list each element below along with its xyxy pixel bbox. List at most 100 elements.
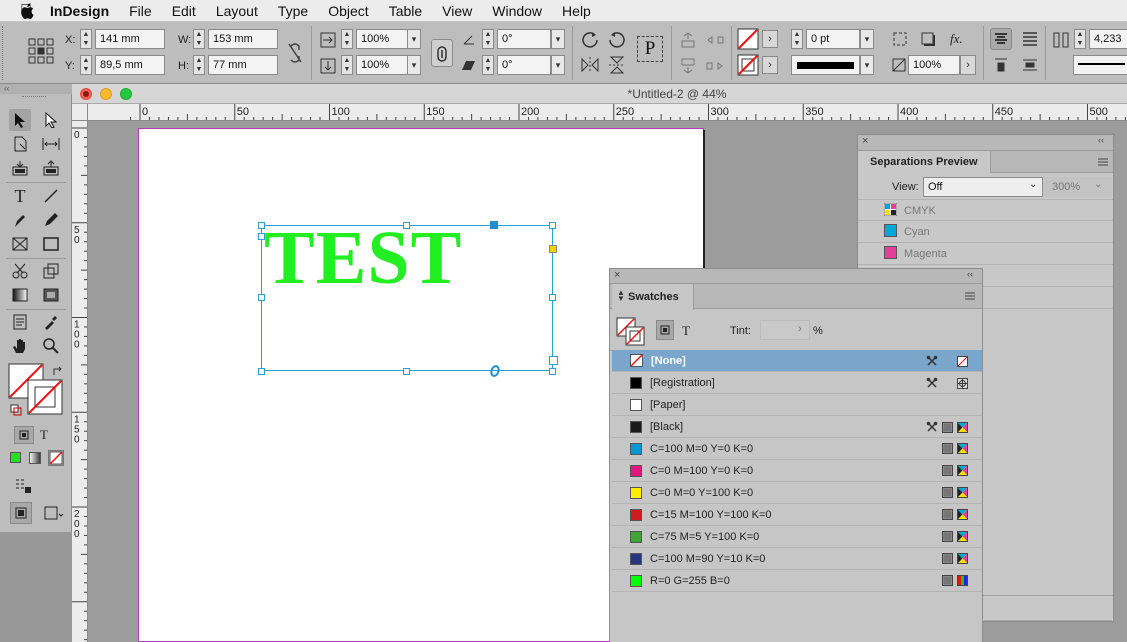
stroke-weight-stepper[interactable]: ▲ ▼ bbox=[791, 29, 803, 49]
menu-file[interactable]: File bbox=[119, 3, 162, 19]
swatch-row[interactable]: C=100 M=90 Y=10 K=0 bbox=[612, 548, 982, 570]
rectangle-frame-tool-icon[interactable] bbox=[9, 233, 31, 255]
scale-y-stepper[interactable]: ▲ ▼ bbox=[341, 55, 353, 75]
content-collector-tool-icon[interactable] bbox=[9, 157, 31, 179]
app-menu[interactable]: InDesign bbox=[44, 3, 119, 19]
swatches-text-button[interactable]: T bbox=[682, 323, 690, 339]
swatch-row[interactable]: C=100 M=0 Y=0 K=0 bbox=[612, 438, 982, 460]
swatches-container-button[interactable] bbox=[656, 320, 674, 340]
stroke-weight-dropdown[interactable]: ▾ bbox=[860, 29, 874, 49]
gradient-feather-tool-icon[interactable] bbox=[40, 284, 62, 306]
menu-table[interactable]: Table bbox=[379, 3, 432, 19]
apply-none-button[interactable] bbox=[48, 450, 64, 466]
effects-button[interactable]: fx. bbox=[950, 31, 963, 47]
content-placer-tool-icon[interactable] bbox=[40, 157, 62, 179]
text-wrap-icon[interactable] bbox=[892, 31, 908, 47]
free-transform-tool-icon[interactable] bbox=[40, 260, 62, 282]
swatch-row[interactable]: [None] bbox=[612, 350, 982, 372]
handle-top-left[interactable] bbox=[258, 222, 265, 229]
scale-x-dropdown[interactable]: ▾ bbox=[407, 29, 421, 49]
align-to-top-icon[interactable] bbox=[994, 58, 1008, 72]
scale-y-dropdown[interactable]: ▾ bbox=[407, 55, 421, 75]
stroke-type-dropdown[interactable]: ▾ bbox=[860, 55, 874, 75]
swatches-close-icon[interactable]: × bbox=[614, 269, 620, 281]
formatting-text-button[interactable]: T bbox=[40, 427, 48, 443]
separation-row-cyan[interactable]: Cyan bbox=[858, 221, 1113, 243]
separation-row-cmyk[interactable]: CMYK bbox=[858, 199, 1113, 221]
zoom-tool-icon[interactable] bbox=[40, 335, 62, 357]
swatches-fill-stroke-icon[interactable] bbox=[616, 317, 646, 347]
out-port-handle[interactable] bbox=[549, 356, 558, 365]
swap-fill-stroke-icon[interactable] bbox=[52, 365, 64, 377]
formatting-container-button[interactable] bbox=[14, 426, 34, 444]
separation-row-magenta[interactable]: Magenta bbox=[858, 243, 1113, 265]
gutter-field[interactable]: 4,233 bbox=[1089, 29, 1127, 49]
line-tool-icon[interactable] bbox=[40, 185, 62, 207]
horizontal-ruler[interactable]: 0 50 100 150 200 250 300 350 400 450 500 bbox=[88, 104, 1127, 121]
menu-type[interactable]: Type bbox=[268, 3, 318, 19]
y-field[interactable]: 89,5 mm bbox=[95, 55, 165, 75]
fill-menu-button[interactable]: › bbox=[762, 30, 778, 48]
w-stepper[interactable]: ▲ ▼ bbox=[193, 29, 205, 49]
pencil-tool-icon[interactable] bbox=[40, 209, 62, 231]
align-center-button[interactable] bbox=[990, 28, 1012, 50]
stroke-type-field[interactable] bbox=[791, 55, 860, 75]
swatch-row[interactable]: C=0 M=0 Y=100 K=0 bbox=[612, 482, 982, 504]
page-tool-icon[interactable] bbox=[9, 133, 31, 155]
swatches-menu-icon[interactable] bbox=[965, 292, 975, 300]
swatches-collapse-icon[interactable]: ‹‹ bbox=[967, 269, 973, 279]
handle-bottom-right[interactable] bbox=[549, 368, 556, 375]
stroke-weight-field[interactable]: 0 pt bbox=[806, 29, 860, 49]
separations-menu-icon[interactable] bbox=[1098, 158, 1108, 166]
eyedropper-tool-icon[interactable] bbox=[40, 311, 62, 333]
handle-top-right[interactable] bbox=[549, 222, 556, 229]
shear-dropdown[interactable]: ▾ bbox=[551, 55, 565, 75]
gap-tool-icon[interactable] bbox=[40, 133, 62, 155]
apply-color-button[interactable] bbox=[10, 452, 21, 463]
handle-bottom-center[interactable] bbox=[403, 368, 410, 375]
ruler-origin[interactable] bbox=[72, 104, 88, 121]
swatch-row[interactable]: [Registration] bbox=[612, 372, 982, 394]
select-container-icon[interactable] bbox=[679, 32, 697, 48]
select-content-icon[interactable] bbox=[679, 58, 697, 74]
menu-layout[interactable]: Layout bbox=[206, 3, 268, 19]
tools-grip-icon[interactable] bbox=[22, 96, 46, 99]
rectangle-tool-icon[interactable] bbox=[40, 233, 62, 255]
separations-close-icon[interactable]: × bbox=[862, 135, 868, 147]
swatch-row[interactable]: C=0 M=100 Y=0 K=0 bbox=[612, 460, 982, 482]
hand-tool-icon[interactable] bbox=[9, 335, 31, 357]
menu-help[interactable]: Help bbox=[552, 3, 601, 19]
separations-collapse-icon[interactable]: ‹‹ bbox=[1098, 135, 1104, 145]
constrain-proportions-icon[interactable] bbox=[287, 42, 303, 64]
reference-point-icon[interactable] bbox=[28, 38, 54, 64]
handle-middle-left[interactable] bbox=[258, 294, 265, 301]
handle-top-center[interactable] bbox=[403, 222, 410, 229]
swatch-row[interactable]: C=75 M=5 Y=100 K=0 bbox=[612, 526, 982, 548]
scale-x-field[interactable]: 100% bbox=[356, 29, 408, 49]
screen-mode-icon[interactable] bbox=[44, 506, 64, 520]
handle-bottom-left[interactable] bbox=[258, 368, 265, 375]
menu-window[interactable]: Window bbox=[482, 3, 552, 19]
type-tool-icon[interactable]: T bbox=[9, 185, 31, 207]
note-tool-icon[interactable] bbox=[9, 311, 31, 333]
fill-none-swatch-icon[interactable] bbox=[737, 28, 759, 50]
w-field[interactable]: 153 mm bbox=[208, 29, 278, 49]
select-next-icon[interactable] bbox=[705, 58, 725, 74]
in-port-handle[interactable] bbox=[258, 233, 265, 240]
gutter-stepper[interactable]: ▲ ▼ bbox=[1074, 29, 1086, 49]
align-justify-icon[interactable] bbox=[1022, 32, 1038, 46]
scale-x-stepper[interactable]: ▲ ▼ bbox=[341, 29, 353, 49]
shear-field[interactable]: 0° bbox=[497, 55, 551, 75]
rotate-dropdown[interactable]: ▾ bbox=[551, 29, 565, 49]
flip-vertical-icon[interactable] bbox=[607, 55, 627, 75]
panel-grip-icon[interactable] bbox=[2, 26, 7, 80]
swatch-row[interactable]: C=15 M=100 Y=100 K=0 bbox=[612, 504, 982, 526]
overset-link-icon[interactable] bbox=[488, 364, 502, 378]
default-fill-stroke-icon[interactable] bbox=[10, 404, 22, 416]
shear-stepper[interactable]: ▲ ▼ bbox=[482, 55, 494, 75]
reference-point-glyph[interactable]: P bbox=[637, 36, 663, 62]
vertical-ruler[interactable]: 050100150200 bbox=[72, 121, 88, 642]
handle-middle-right[interactable] bbox=[549, 294, 556, 301]
opacity-field[interactable]: 100% bbox=[908, 55, 960, 75]
layout-grid-icon[interactable] bbox=[14, 478, 32, 494]
